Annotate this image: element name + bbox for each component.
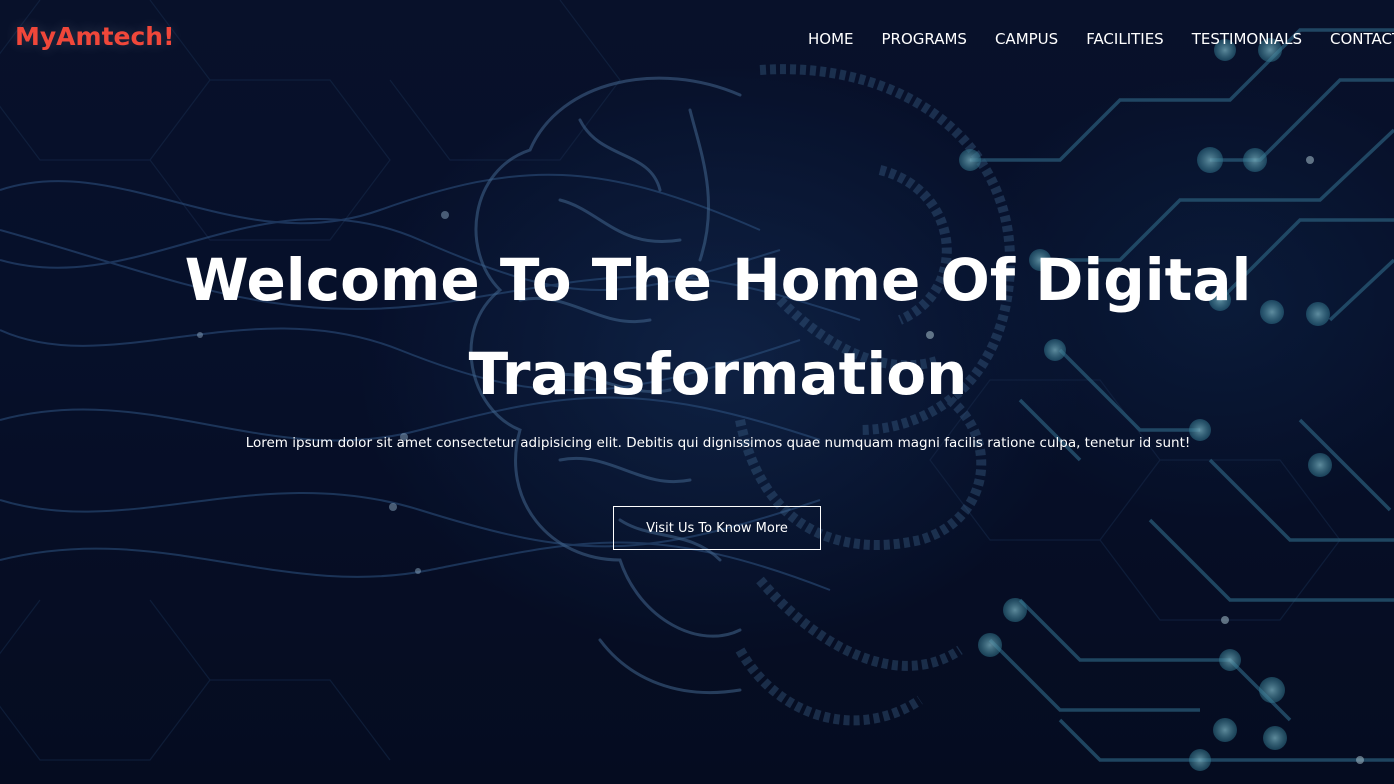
nav-item-campus[interactable]: CAMPUS (995, 30, 1058, 48)
brand-logo[interactable]: MyAmtech! (15, 22, 175, 51)
nav-item-contact[interactable]: CONTACT (1330, 30, 1394, 48)
nav-item-programs[interactable]: PROGRAMS (882, 30, 967, 48)
hero-title: Welcome To The Home Of Digital Transform… (184, 246, 1252, 408)
hero-section: MyAmtech! HOME PROGRAMS CAMPUS FACILITIE… (0, 0, 1394, 784)
hero-description: Lorem ipsum dolor sit amet consectetur a… (245, 435, 1191, 451)
nav-item-home[interactable]: HOME (808, 30, 854, 48)
visit-us-button[interactable]: Visit Us To Know More (613, 506, 821, 550)
nav-menu: HOME PROGRAMS CAMPUS FACILITIES TESTIMON… (808, 30, 1394, 48)
nav-item-testimonials[interactable]: TESTIMONIALS (1192, 30, 1302, 48)
nav-item-facilities[interactable]: FACILITIES (1086, 30, 1164, 48)
top-navbar: MyAmtech! HOME PROGRAMS CAMPUS FACILITIE… (0, 0, 1394, 80)
